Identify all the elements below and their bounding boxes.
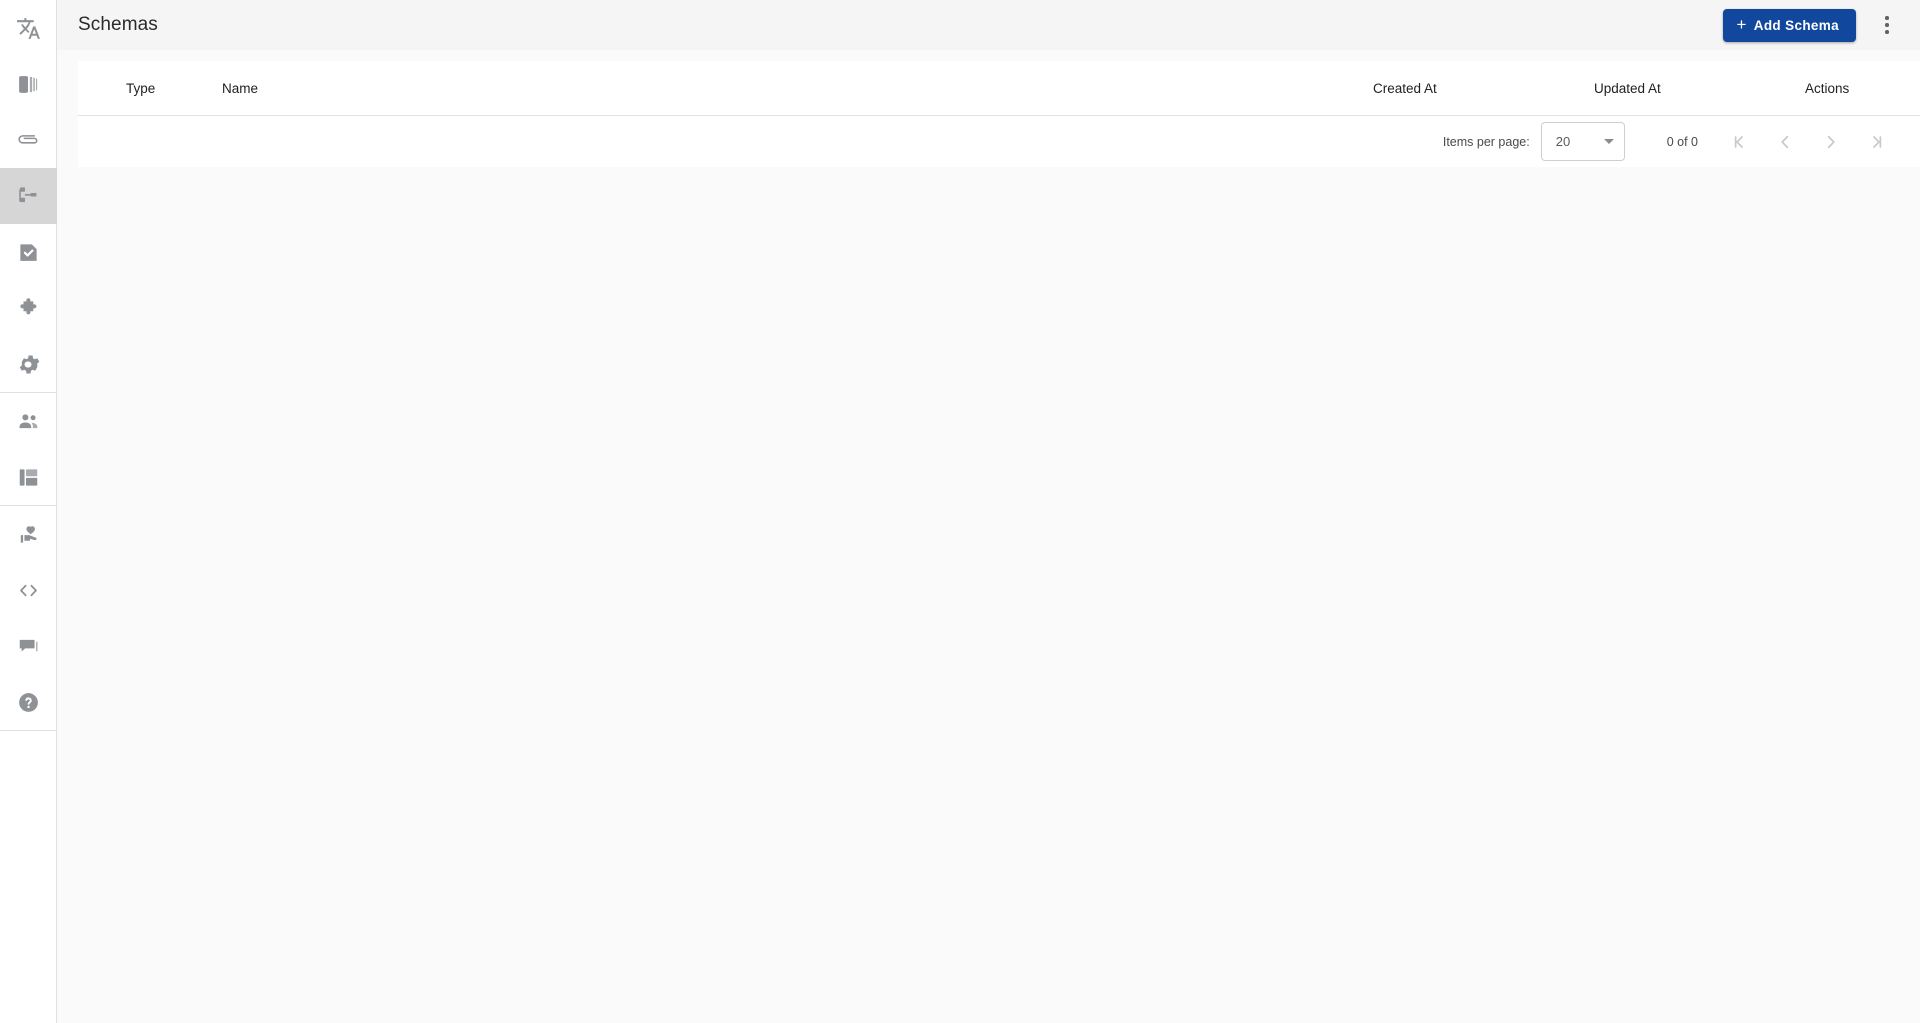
next-page-icon [1821, 132, 1841, 152]
table-header-row: Type Name Created At Updated At Actions [78, 61, 1920, 116]
code-icon [16, 578, 41, 603]
previous-page-icon [1775, 132, 1795, 152]
first-page-icon [1729, 132, 1749, 152]
add-schema-label: Add Schema [1753, 17, 1839, 33]
sidebar [0, 0, 57, 1023]
previous-page-button[interactable] [1762, 119, 1808, 165]
people-icon [16, 409, 41, 434]
schemas-table-card: Type Name Created At Updated At Actions … [78, 61, 1920, 167]
paginator: Items per page: 20 0 of 0 [78, 116, 1920, 167]
dashboard-icon [16, 465, 41, 490]
sidebar-item-translate[interactable] [0, 0, 57, 56]
document-check-icon [16, 240, 41, 265]
page-toolbar: Schemas + Add Schema [57, 0, 1920, 50]
column-header-name[interactable]: Name [222, 81, 258, 96]
sidebar-item-plugins[interactable] [0, 280, 57, 336]
kebab-dot [1885, 30, 1889, 34]
sidebar-item-library[interactable] [0, 56, 57, 112]
page-title: Schemas [78, 14, 158, 35]
last-page-button[interactable] [1854, 119, 1900, 165]
sidebar-nav-list [0, 0, 57, 731]
items-per-page-select[interactable]: 20 [1540, 122, 1625, 161]
sidebar-item-tasks[interactable] [0, 224, 57, 280]
book-icon [16, 72, 41, 97]
kebab-menu-icon[interactable] [1870, 5, 1904, 45]
first-page-button[interactable] [1716, 119, 1762, 165]
column-header-updated-at[interactable]: Updated At [1594, 81, 1661, 96]
kebab-dot [1885, 23, 1889, 27]
kebab-dot [1885, 16, 1889, 20]
sidebar-item-dashboard[interactable] [0, 449, 57, 505]
add-schema-button[interactable]: + Add Schema [1723, 8, 1856, 42]
chevron-down-icon [1603, 139, 1614, 144]
column-header-type[interactable]: Type [126, 81, 155, 96]
last-page-icon [1867, 132, 1887, 152]
next-page-button[interactable] [1808, 119, 1854, 165]
sidebar-divider-3 [0, 730, 57, 731]
sidebar-item-attachments[interactable] [0, 112, 57, 168]
sidebar-item-chat[interactable] [0, 618, 57, 674]
sidebar-item-users[interactable] [0, 393, 57, 449]
content-area: Type Name Created At Updated At Actions … [57, 50, 1920, 1023]
column-header-created-at[interactable]: Created At [1373, 81, 1437, 96]
main-area: Schemas + Add Schema Type Name Created A… [57, 0, 1920, 1023]
help-circle-icon [16, 690, 41, 715]
chat-icon [16, 634, 41, 659]
column-header-actions: Actions [1805, 80, 1850, 96]
sidebar-item-developer[interactable] [0, 562, 57, 618]
schema-icon [16, 184, 41, 209]
gear-icon [16, 352, 41, 377]
sidebar-item-support[interactable] [0, 506, 57, 562]
translate-icon [16, 16, 41, 41]
items-per-page-value: 20 [1555, 134, 1571, 149]
puzzle-icon [16, 296, 41, 321]
plus-icon: + [1736, 14, 1747, 34]
paperclip-icon [16, 128, 41, 153]
sidebar-item-help[interactable] [0, 674, 57, 730]
pagination-range-label: 0 of 0 [1666, 134, 1698, 149]
sidebar-item-schemas[interactable] [0, 168, 57, 224]
hand-heart-icon [16, 522, 41, 547]
app-root: Schemas + Add Schema Type Name Created A… [0, 0, 1920, 1023]
items-per-page-label: Items per page: [1442, 134, 1530, 149]
sidebar-item-settings[interactable] [0, 336, 57, 392]
